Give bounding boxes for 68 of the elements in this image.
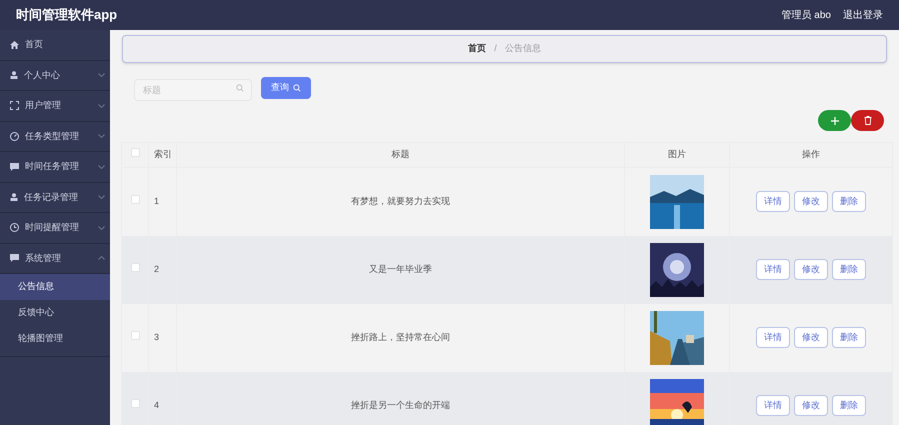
column-header: 图片 — [668, 149, 686, 160]
action-button[interactable]: 修改 — [794, 395, 828, 416]
frame-icon — [10, 101, 19, 110]
gauge-icon — [10, 132, 19, 141]
search-icon — [293, 84, 301, 92]
action-button[interactable]: 修改 — [794, 327, 828, 348]
table-cell: 4 — [154, 400, 160, 410]
checkbox[interactable] — [130, 398, 140, 408]
chevron-down-icon — [98, 226, 105, 230]
checkbox[interactable] — [130, 148, 140, 158]
clock-icon — [10, 223, 19, 232]
table-cell: 又是一年毕业季 — [369, 264, 432, 274]
table-cell: 挫折是另一个生命的开端 — [351, 400, 450, 410]
add-button[interactable] — [818, 110, 851, 131]
sidebar-item[interactable]: 任务记录管理 — [0, 182, 110, 213]
table-cell: 2 — [154, 264, 160, 274]
home-icon — [10, 40, 19, 49]
action-button[interactable]: 删除 — [832, 395, 866, 416]
logout-link[interactable]: 退出登录 — [843, 8, 883, 22]
search-field[interactable]: 标题 — [134, 79, 252, 101]
sidebar-item[interactable]: 个人中心 — [0, 60, 110, 91]
sidebar-item[interactable]: 任务类型管理 — [0, 122, 110, 152]
chat-icon — [10, 162, 19, 171]
sidebar-item[interactable]: 时间提醒管理 — [0, 213, 110, 244]
chevron-down-icon — [98, 164, 105, 169]
action-button[interactable]: 详情 — [756, 259, 790, 280]
action-button[interactable]: 详情 — [756, 395, 790, 416]
table-cell: 有梦想，就要努力去实现 — [351, 196, 450, 206]
sidebar-item[interactable]: 首页 — [0, 30, 110, 60]
chevron-up-icon — [98, 256, 105, 260]
table-cell: 3 — [154, 332, 160, 342]
column-header: 操作 — [802, 149, 820, 160]
column-header: 索引 — [154, 149, 172, 160]
checkbox[interactable] — [130, 195, 140, 204]
chevron-down-icon — [98, 195, 105, 200]
checkbox[interactable] — [130, 262, 140, 272]
table-cell: 1 — [154, 196, 160, 206]
sidebar-subitem[interactable]: 轮播图管理 — [0, 326, 110, 352]
sidebar-subitem[interactable]: 公告信息 — [0, 274, 110, 300]
action-button[interactable]: 删除 — [832, 259, 866, 280]
breadcrumb-separator: / — [494, 42, 497, 56]
search-button[interactable]: 查询 — [261, 77, 311, 99]
sidebar-item[interactable]: 用户管理 — [0, 91, 110, 122]
action-button[interactable]: 修改 — [794, 191, 828, 212]
chat-icon — [10, 254, 19, 262]
breadcrumb-link[interactable]: 首页 — [468, 42, 486, 56]
delete-button[interactable] — [851, 110, 884, 131]
chevron-down-icon — [98, 73, 105, 78]
checkbox[interactable] — [130, 330, 140, 340]
action-button[interactable]: 删除 — [832, 191, 866, 212]
user-icon — [10, 71, 18, 80]
action-button[interactable]: 修改 — [794, 259, 828, 280]
user-label: 管理员 abo — [782, 8, 831, 22]
action-button[interactable]: 详情 — [756, 327, 790, 348]
sidebar-subitem[interactable]: 反馈中心 — [0, 300, 110, 326]
user-icon — [10, 193, 18, 202]
action-button[interactable]: 详情 — [756, 191, 790, 212]
chevron-down-icon — [98, 104, 105, 108]
table-cell: 挫折路上，坚持常在心间 — [351, 332, 450, 342]
breadcrumb-current: 公告信息 — [504, 42, 541, 56]
column-header: 标题 — [392, 149, 410, 160]
chevron-down-icon — [98, 134, 105, 138]
plus-icon — [830, 116, 838, 124]
action-button[interactable]: 删除 — [832, 327, 866, 348]
trash-icon — [864, 116, 872, 125]
app-title: 时间管理软件app — [16, 6, 118, 24]
sidebar-item[interactable]: 时间任务管理 — [0, 152, 110, 182]
search-icon — [236, 84, 244, 92]
